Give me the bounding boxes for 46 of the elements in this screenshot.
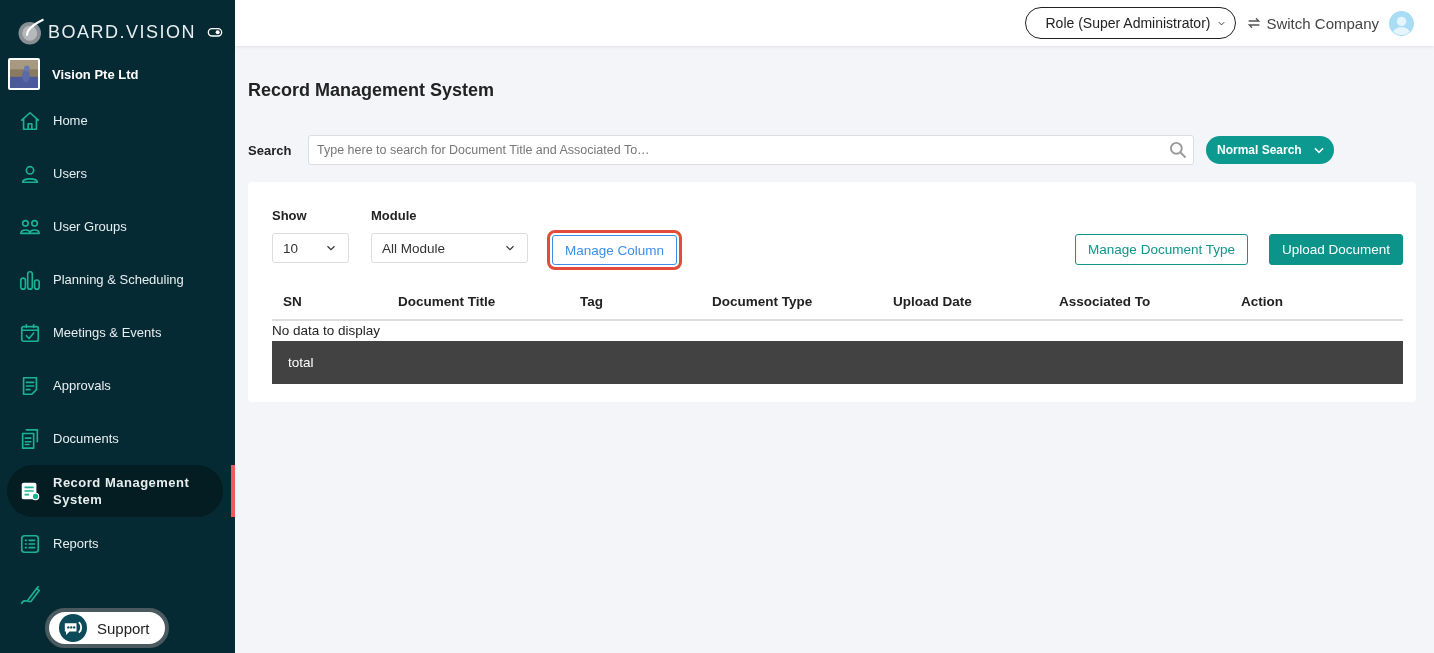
pen-icon bbox=[19, 585, 41, 607]
select-dropdown[interactable]: All Module bbox=[371, 233, 528, 263]
nav-item[interactable]: Documents bbox=[0, 412, 235, 465]
search-field[interactable]: Type here to search for Document Title and Associated To… bbox=[308, 135, 1194, 165]
nav-item[interactable]: Planning & Scheduling bbox=[0, 253, 235, 306]
documents-icon bbox=[19, 427, 41, 450]
nav-item[interactable]: Reports bbox=[0, 517, 235, 570]
search-label: Search bbox=[248, 142, 293, 158]
nav-item[interactable]: Meetings & Events bbox=[0, 306, 235, 359]
column-header: Action bbox=[1241, 293, 1284, 309]
bar-chart-icon bbox=[19, 268, 41, 291]
home-icon bbox=[19, 109, 41, 132]
brand-name: BOARD.VISION bbox=[48, 21, 198, 43]
company-name: Vision Pte Ltd bbox=[52, 66, 139, 82]
nav-item[interactable]: Approvals bbox=[0, 359, 235, 412]
selection-indicator bbox=[231, 465, 235, 517]
nav-item[interactable]: Users bbox=[0, 147, 235, 200]
avatar-icon bbox=[1389, 10, 1414, 36]
nav-item[interactable] bbox=[19, 585, 41, 607]
nav-item[interactable]: User Groups bbox=[0, 200, 235, 253]
filter-label: Show bbox=[272, 208, 308, 223]
nav-item[interactable]: Home bbox=[0, 94, 235, 147]
calendar-icon bbox=[19, 321, 41, 344]
total-label: total bbox=[288, 355, 314, 370]
list-icon bbox=[19, 532, 41, 555]
record-icon bbox=[19, 480, 41, 502]
column-header: Document Title bbox=[398, 293, 497, 309]
action-button[interactable]: Manage Document Type bbox=[1075, 234, 1248, 265]
logo-icon bbox=[16, 17, 46, 47]
action-button[interactable]: Manage Column bbox=[552, 235, 678, 265]
column-header: SN bbox=[283, 293, 303, 309]
page-title: Record Management System bbox=[248, 80, 496, 101]
select-dropdown[interactable]: 10 bbox=[272, 233, 349, 263]
column-header: Tag bbox=[580, 293, 604, 309]
switch-company-link[interactable]: Switch Company bbox=[1246, 14, 1379, 32]
chat-icon bbox=[59, 614, 87, 642]
column-header: Associated To bbox=[1059, 293, 1152, 309]
column-header: Document Type bbox=[712, 293, 814, 309]
support-button[interactable]: Support bbox=[45, 608, 169, 648]
column-header: Upload Date bbox=[893, 293, 973, 309]
swap-icon bbox=[1246, 15, 1263, 31]
role-dropdown[interactable]: Role (Super Administrator) bbox=[1024, 7, 1237, 39]
empty-message: No data to display bbox=[272, 322, 382, 340]
filter-label: Module bbox=[371, 208, 418, 223]
search-icon bbox=[1168, 140, 1188, 160]
action-button[interactable]: Upload Document bbox=[1268, 234, 1403, 265]
